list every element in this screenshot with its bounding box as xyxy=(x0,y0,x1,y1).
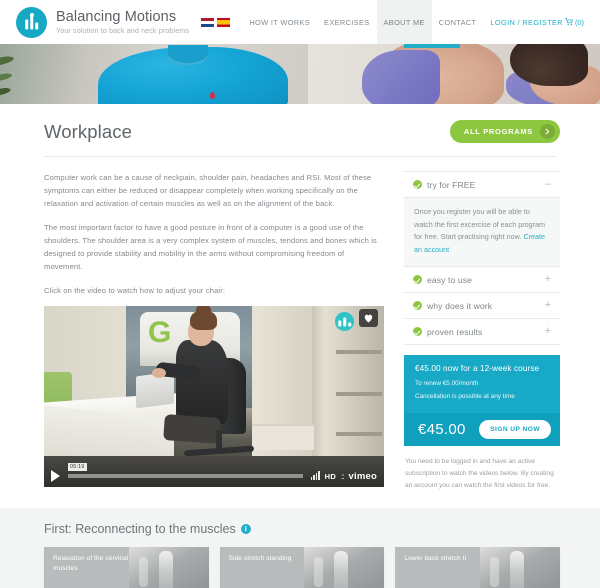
accordion-label: easy to use xyxy=(427,274,473,285)
fullscreen-icon[interactable]: :: xyxy=(341,472,345,481)
card-title: Lower back stretch II xyxy=(404,555,467,563)
site-header: Balancing Motions Your solution to back … xyxy=(0,0,600,44)
subscription-note: You need to be logged in and have an act… xyxy=(405,457,554,490)
accordion-toggle-icon[interactable]: + xyxy=(545,274,551,285)
nav-item-exercises[interactable]: EXERCISES xyxy=(317,0,376,44)
page-title: Workplace xyxy=(44,120,132,142)
card-thumbnail: Side stretch standing xyxy=(219,547,385,588)
volume-bars-icon[interactable] xyxy=(310,471,320,481)
main-navigation: HOW IT WORKS EXERCISES ABOUT ME CONTACT … xyxy=(201,0,586,44)
cart-button[interactable]: (0) xyxy=(564,17,586,27)
exercise-card[interactable]: Relaxation of the cervical muscles Keep … xyxy=(44,547,209,588)
intro-paragraph-2: The most important factor to have a good… xyxy=(44,223,377,272)
heart-icon[interactable] xyxy=(359,309,378,328)
video-player[interactable]: G 05:19 HD:: vimeo xyxy=(44,306,384,488)
accordion-toggle-icon[interactable]: + xyxy=(545,326,551,337)
bars-logo-icon xyxy=(16,6,47,38)
accordion-item-why-does-it-work[interactable]: why does it work + xyxy=(404,293,560,320)
accordion-toggle-icon[interactable]: + xyxy=(545,300,551,311)
check-circle-icon xyxy=(413,301,422,311)
accordion-item-try-for-free[interactable]: try for FREE – xyxy=(404,171,560,198)
cart-count: (0) xyxy=(574,17,584,27)
price-headline: €45.00 now for a 12-week course xyxy=(415,364,540,374)
price-cancel-text: Cancellation is possible at any time xyxy=(415,392,515,400)
accordion-item-easy-to-use[interactable]: easy to use + xyxy=(404,267,560,294)
page-titlebar: Workplace ALL PROGRAMS xyxy=(0,104,600,143)
card-title: Relaxation of the cervical muscles xyxy=(53,555,129,573)
price-action-bar: €45.00 SIGN UP NOW xyxy=(404,412,560,446)
main-column: Computer work can be a cause of neckpain… xyxy=(44,171,384,488)
video-time-tooltip: 05:19 xyxy=(68,463,87,472)
brand-logo[interactable]: Balancing Motions Your solution to back … xyxy=(16,6,190,38)
accordion-panel-try-for-free: Once you register you will be able to wa… xyxy=(404,198,560,268)
flag-es-icon[interactable] xyxy=(217,17,231,27)
nav-item-about-me[interactable]: ABOUT ME xyxy=(376,0,432,44)
card-title: Side stretch standing xyxy=(228,555,292,563)
play-icon[interactable] xyxy=(51,470,60,483)
nav-item-contact[interactable]: CONTACT xyxy=(432,0,484,44)
section-title-wrap: First: Reconnecting to the muscles i xyxy=(44,522,560,536)
check-circle-icon xyxy=(413,327,422,337)
video-controls-bar[interactable]: 05:19 HD :: vimeo xyxy=(44,463,384,487)
accordion-toggle-icon[interactable]: – xyxy=(545,179,551,190)
check-circle-icon xyxy=(413,275,422,285)
page-content: Workplace ALL PROGRAMS Computer work can… xyxy=(0,104,600,588)
accordion-label: try for FREE xyxy=(427,179,476,190)
sign-up-now-button[interactable]: SIGN UP NOW xyxy=(479,419,551,439)
exercise-card-list: Relaxation of the cervical muscles Keep … xyxy=(44,547,561,588)
all-programs-button[interactable]: ALL PROGRAMS xyxy=(449,120,560,143)
hero-banner-image xyxy=(0,44,600,104)
shopping-cart-icon xyxy=(564,18,573,26)
hd-toggle[interactable]: HD xyxy=(325,472,336,481)
accordion-item-proven-results[interactable]: proven results + xyxy=(404,319,560,346)
card-thumbnail: Relaxation of the cervical muscles xyxy=(44,547,209,588)
accordion-label: why does it work xyxy=(427,300,493,311)
sidebar: try for FREE – Once you register you wil… xyxy=(404,171,560,492)
language-switcher[interactable] xyxy=(201,17,231,27)
exercise-card[interactable]: Side stretch standing Arm next to your e… xyxy=(219,547,385,588)
accordion-label: proven results xyxy=(427,326,483,337)
flag-nl-icon[interactable] xyxy=(201,17,215,27)
info-icon[interactable]: i xyxy=(240,524,251,535)
exercise-section: First: Reconnecting to the muscles i Rel… xyxy=(0,508,600,588)
vimeo-logo[interactable]: vimeo xyxy=(349,471,377,482)
login-register-link[interactable]: LOGIN / REGISTER xyxy=(483,0,565,44)
brand-subtitle: Your solution to back and neck problems xyxy=(56,25,190,35)
video-progress-track[interactable]: 05:19 xyxy=(68,463,303,479)
card-thumbnail: Lower back stretch II xyxy=(395,547,561,588)
price-amount: €45.00 xyxy=(418,420,466,438)
arrow-right-icon xyxy=(540,124,555,139)
brand-title: Balancing Motions xyxy=(56,8,177,25)
check-circle-icon xyxy=(413,180,422,189)
nav-item-how-it-works[interactable]: HOW IT WORKS xyxy=(242,0,317,44)
price-renew-text: To renew €5.00/month xyxy=(415,380,479,388)
section-title: First: Reconnecting to the muscles xyxy=(44,522,236,537)
video-instruction-text: Click on the video to watch how to adjus… xyxy=(44,286,226,296)
intro-paragraph-1: Computer work can be a cause of neckpain… xyxy=(44,173,372,209)
all-programs-label: ALL PROGRAMS xyxy=(463,127,533,136)
price-offer-box: €45.00 now for a 12-week course To renew… xyxy=(404,355,560,413)
exercise-card[interactable]: Lower back stretch II Crossdale your arm… xyxy=(395,547,561,588)
